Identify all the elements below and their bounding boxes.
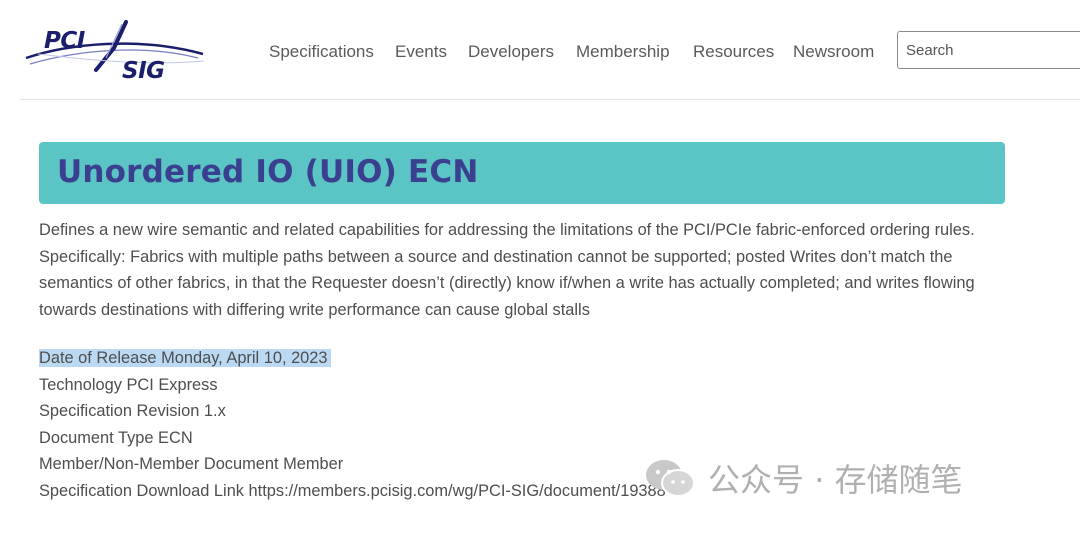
page-title: Unordered IO (UIO) ECN	[57, 154, 479, 190]
search-input[interactable]	[897, 31, 1080, 69]
logo-text-pci: PCI	[44, 28, 85, 54]
selected-text-highlight: Date of Release Monday, April 10, 2023	[39, 349, 331, 367]
document-details: Date of Release Monday, April 10, 2023 T…	[39, 345, 666, 504]
wechat-icon	[646, 460, 695, 497]
description-line: semantics of other fabrics, in that the …	[39, 274, 975, 292]
detail-release-date: Date of Release Monday, April 10, 2023	[39, 345, 666, 372]
nav-specifications[interactable]: Specifications	[269, 42, 374, 62]
nav-events[interactable]: Events	[395, 42, 447, 62]
title-banner: Unordered IO (UIO) ECN	[39, 142, 1005, 204]
header-divider	[20, 99, 1080, 100]
page: PCI SIG Specifications Events Developers…	[0, 0, 1080, 536]
description-line: towards destinations with differing writ…	[39, 300, 590, 319]
watermark-text: 公众号 · 存储随笔	[708, 461, 963, 499]
nav-resources[interactable]: Resources	[693, 42, 774, 62]
description-line: Specifically: Fabrics with multiple path…	[39, 247, 953, 266]
detail-download-link[interactable]: Specification Download Link https://memb…	[39, 478, 666, 505]
description-line: Defines a new wire semantic and related …	[39, 221, 975, 239]
detail-document-type: Document Type ECN	[39, 428, 193, 447]
logo-text-sig: SIG	[122, 58, 165, 84]
description: Defines a new wire semantic and related …	[39, 217, 1014, 323]
nav-newsroom[interactable]: Newsroom	[793, 42, 874, 62]
detail-technology: Technology PCI Express	[39, 375, 218, 394]
detail-revision: Specification Revision 1.x	[39, 402, 226, 420]
detail-member-document: Member/Non-Member Document Member	[39, 455, 344, 473]
nav-membership[interactable]: Membership	[576, 42, 670, 62]
nav-developers[interactable]: Developers	[468, 42, 554, 62]
watermark: 公众号 · 存储随笔	[642, 456, 963, 500]
pci-sig-logo[interactable]: PCI SIG	[18, 14, 208, 90]
site-header: PCI SIG Specifications Events Developers…	[0, 0, 1080, 100]
